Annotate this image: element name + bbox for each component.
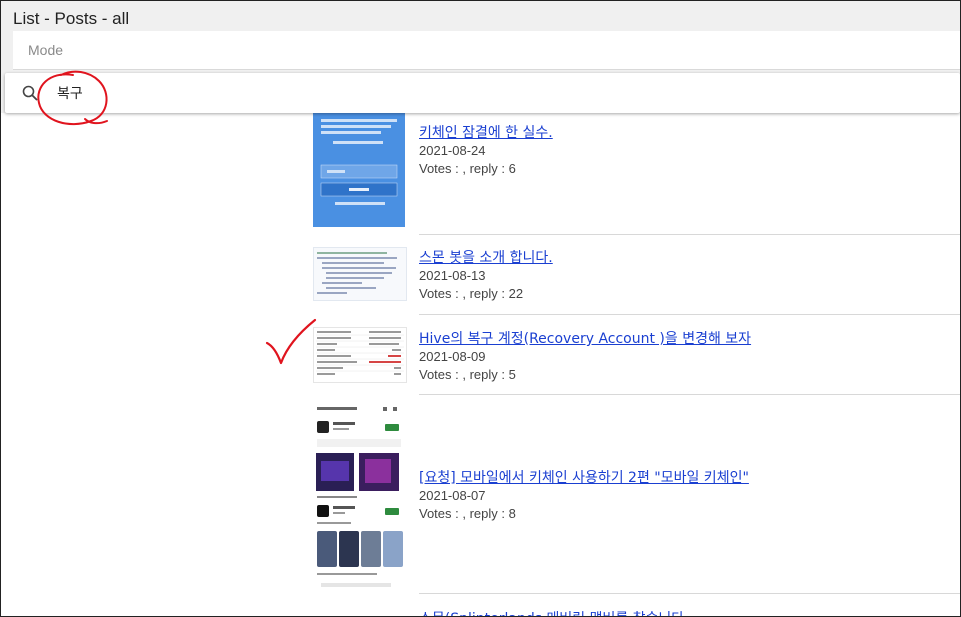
search-icon[interactable] [21, 84, 39, 102]
post-title-link[interactable]: 스몬(Splinterlands 매버릭 맵버를 찾습니다 [419, 608, 684, 616]
search-input[interactable] [57, 81, 657, 105]
page-title: List - Posts - all [13, 9, 130, 28]
list-item: 스몬 봇을 소개 합니다. 2021-08-13 Votes : , reply… [313, 235, 960, 315]
mode-label: Mode [28, 42, 64, 58]
post-stats: Votes : , reply : 22 [419, 286, 524, 301]
post-title-link[interactable]: 키체인 잠결에 한 실수. [419, 122, 553, 142]
post-thumbnail[interactable] [313, 327, 407, 383]
list-item: Hive의 복구 계정(Recovery Account )을 변경해 보자 2… [313, 315, 960, 395]
post-list: 키체인 잠결에 한 실수. 2021-08-24 Votes : , reply… [1, 113, 960, 616]
post-date: 2021-08-24 [419, 143, 486, 158]
list-item: [요청] 모바일에서 키체인 사용하기 2편 "모바일 키체인" 2021-08… [313, 395, 960, 594]
post-stats: Votes : , reply : 6 [419, 161, 516, 176]
post-stats: Votes : , reply : 5 [419, 367, 516, 382]
login-screen-thumbnail [313, 113, 405, 227]
post-stats: Votes : , reply : 8 [419, 506, 516, 521]
post-title-link[interactable]: 스몬 봇을 소개 합니다. [419, 247, 553, 267]
post-title-link[interactable]: [요청] 모바일에서 키체인 사용하기 2편 "모바일 키체인" [419, 467, 749, 487]
code-screen-thumbnail [314, 248, 406, 300]
post-date: 2021-08-09 [419, 349, 486, 364]
search-bar[interactable] [5, 73, 960, 113]
post-date: 2021-08-07 [419, 488, 486, 503]
post-title-link[interactable]: Hive의 복구 계정(Recovery Account )을 변경해 보자 [419, 328, 751, 348]
app-window: 키체인 잠결에 한 실수. 2021-08-24 Votes : , reply… [0, 0, 961, 617]
post-thumbnail[interactable] [313, 401, 405, 591]
post-date: 2021-08-13 [419, 268, 486, 283]
top-bar: List - Posts - all Mode [1, 1, 960, 113]
list-item: 키체인 잠결에 한 실수. 2021-08-24 Votes : , reply… [313, 113, 960, 235]
post-thumbnail[interactable] [313, 113, 405, 227]
mode-select[interactable]: Mode [13, 31, 960, 70]
app-store-thumbnail [313, 401, 405, 591]
post-thumbnail[interactable] [313, 247, 407, 301]
list-item: 스몬(Splinterlands 매버릭 맵버를 찾습니다 [313, 594, 960, 616]
account-table-thumbnail [314, 328, 406, 382]
